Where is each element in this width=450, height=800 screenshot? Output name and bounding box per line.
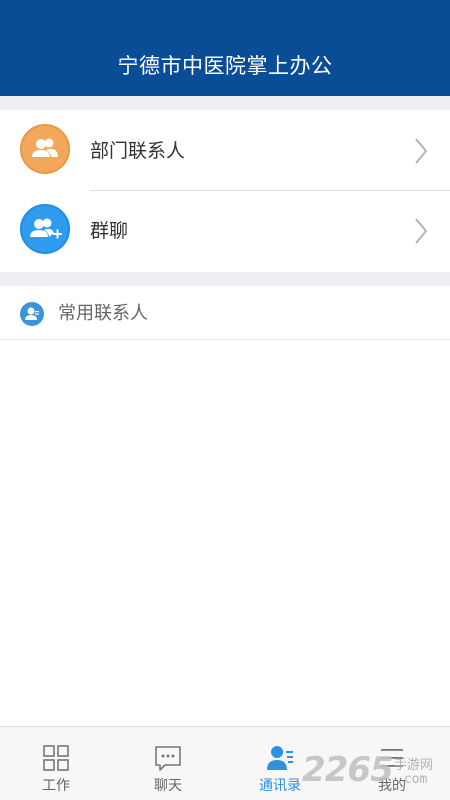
- tab-label: 工作: [42, 778, 70, 794]
- divider: [90, 190, 450, 191]
- contact-row-group-chat[interactable]: 群聊: [0, 192, 450, 272]
- frequent-contacts-header: 常用联系人: [0, 288, 450, 340]
- tab-work[interactable]: 工作: [0, 727, 112, 800]
- grid-icon: [43, 745, 69, 771]
- contact-row-label: 群聊: [90, 220, 129, 242]
- watermark-suffix: 手游网: [394, 758, 434, 773]
- chat-icon: [155, 746, 181, 771]
- app-header: 宁德市中医院掌上办公: [0, 0, 450, 96]
- group-icon: [20, 124, 70, 174]
- watermark-domain: .com: [396, 772, 428, 787]
- person-icon: [20, 302, 44, 326]
- contacts-icon: [267, 746, 293, 770]
- section-gap: [0, 272, 450, 286]
- frequent-contacts-label: 常用联系人: [58, 303, 148, 324]
- section-gap: [0, 96, 450, 110]
- watermark-logo: 2265 手游网 .com: [302, 748, 450, 792]
- watermark-brand: 2265: [302, 750, 394, 790]
- add-group-icon: [20, 204, 70, 254]
- tab-label: 聊天: [154, 778, 182, 794]
- contact-row-department[interactable]: 部门联系人: [0, 112, 450, 192]
- tab-chat[interactable]: 聊天: [112, 727, 224, 800]
- contact-row-label: 部门联系人: [90, 140, 186, 162]
- chevron-right-icon: [415, 138, 428, 164]
- page-title: 宁德市中医院掌上办公: [117, 54, 333, 78]
- chevron-right-icon: [415, 218, 428, 244]
